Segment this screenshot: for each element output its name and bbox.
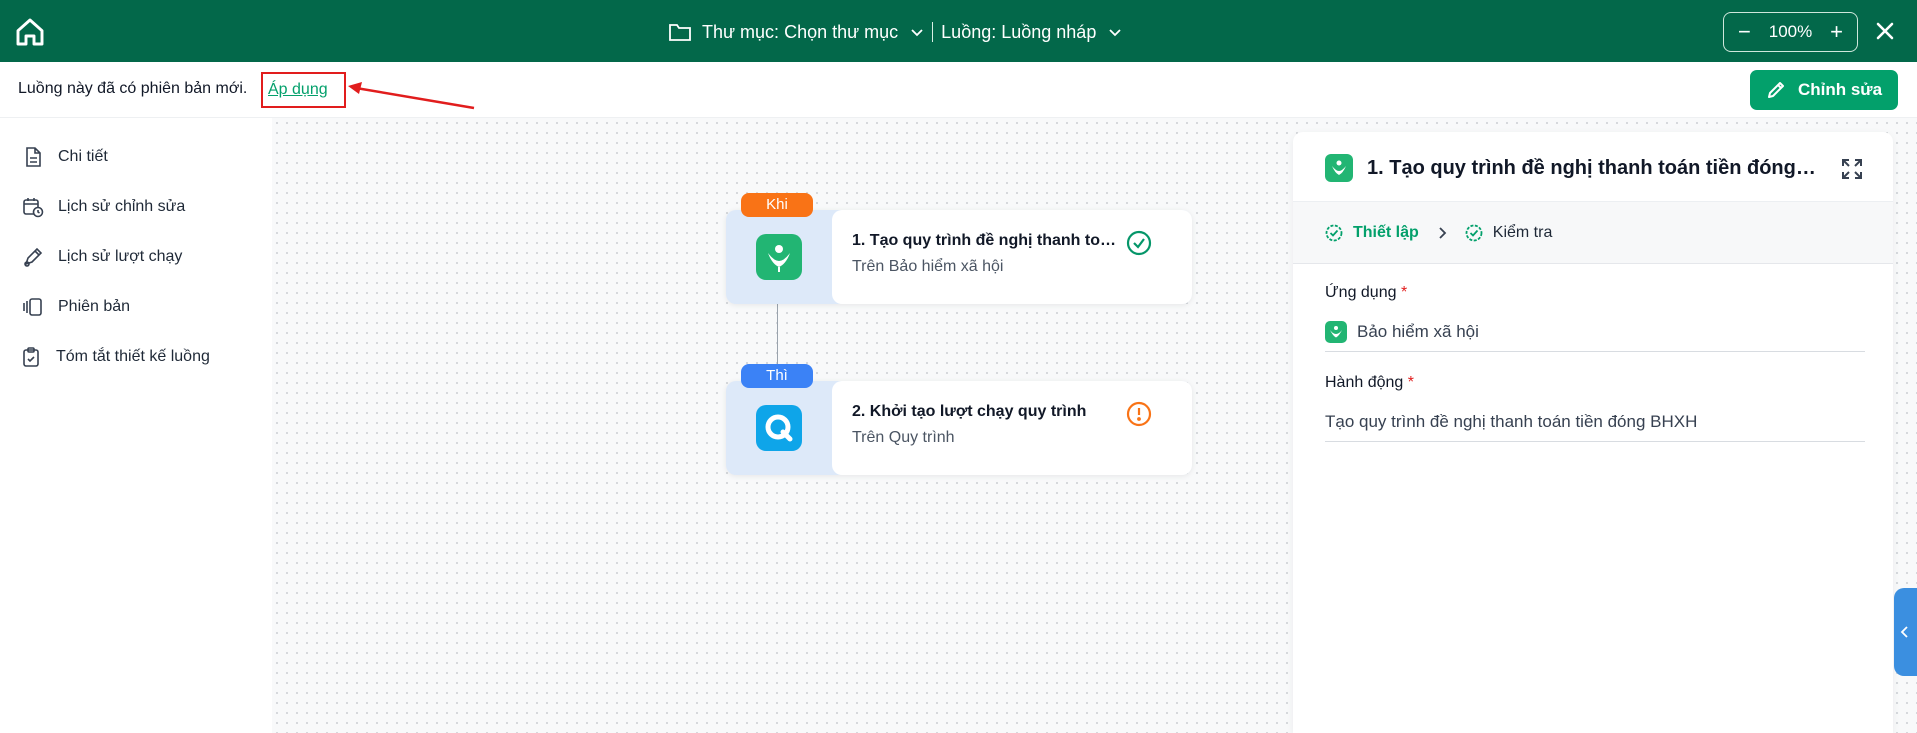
edit-button-label: Chỉnh sửa xyxy=(1797,80,1883,99)
sidebar-item-edit-history[interactable]: Lịch sử chỉnh sửa xyxy=(22,196,185,218)
calendar-history-icon xyxy=(23,198,44,218)
workflow-app-icon xyxy=(756,405,802,451)
run-history-icon xyxy=(24,247,43,267)
zoom-control: − 100% + xyxy=(1723,12,1858,52)
sidebar-item-flow-summary[interactable]: Tóm tắt thiết kế luồng xyxy=(20,346,210,368)
zoom-level: 100% xyxy=(1768,22,1813,41)
chevron-down-icon[interactable] xyxy=(910,25,924,39)
zoom-out-button[interactable]: − xyxy=(1738,21,1751,43)
panel-steps: Thiết lập Kiểm tra xyxy=(1293,202,1893,264)
flow-node-subtitle: Trên Bảo hiểm xã hội xyxy=(852,258,1004,275)
flow-node-title: 2. Khởi tạo lượt chạy quy trình xyxy=(852,403,1087,420)
collapse-panel-tab[interactable] xyxy=(1894,588,1917,676)
annotation-arrow xyxy=(348,82,475,110)
social-insurance-app-icon xyxy=(1325,320,1347,343)
required-mark: * xyxy=(1407,374,1414,391)
social-insurance-app-icon xyxy=(1325,154,1353,182)
clipboard-icon xyxy=(23,347,39,367)
version-notice-text: Luồng này đã có phiên bản mới. xyxy=(18,80,248,97)
folder-flow-selector: Thư mục: Chọn thư mục Luồng: Luồng nháp xyxy=(668,18,1122,46)
sidebar-item-versions[interactable]: Phiên bản xyxy=(22,296,130,318)
expand-icon[interactable] xyxy=(1841,158,1863,180)
versions-icon xyxy=(23,298,42,316)
top-bar: Thư mục: Chọn thư mục Luồng: Luồng nháp … xyxy=(0,0,1917,62)
sidebar-item-label: Tóm tắt thiết kế luồng xyxy=(56,348,210,365)
app-field-label: Ứng dụng * xyxy=(1325,284,1407,302)
action-field-value: Tạo quy trình đề nghị thanh toán tiền đó… xyxy=(1325,411,1698,431)
sidebar-item-details[interactable]: Chi tiết xyxy=(22,146,108,168)
step-label: Thiết lập xyxy=(1353,223,1419,241)
sidebar: Chi tiết Lịch sử chỉnh sửa Lịch sử lượt … xyxy=(0,118,272,733)
sidebar-item-label: Phiên bản xyxy=(58,298,131,315)
step-label: Kiểm tra xyxy=(1492,223,1553,241)
flow-node-trigger[interactable]: 1. Tạo quy trình đề nghị thanh toán tiền… xyxy=(726,210,1192,304)
divider xyxy=(932,22,934,42)
flow-node-subtitle: Trên Quy trình xyxy=(852,429,955,446)
flow-node-action[interactable]: 2. Khởi tạo lượt chạy quy trình Trên Quy… xyxy=(726,381,1192,475)
trigger-tag: Khi xyxy=(741,193,813,217)
edit-button[interactable]: Chỉnh sửa xyxy=(1750,70,1898,110)
panel-title: 1. Tạo quy trình đề nghị thanh toán tiền… xyxy=(1367,157,1817,179)
close-icon[interactable] xyxy=(1874,20,1896,42)
sidebar-item-label: Lịch sử lượt chạy xyxy=(58,248,183,265)
flow-selector[interactable]: Luồng: Luồng nháp xyxy=(941,22,1096,43)
required-mark: * xyxy=(1400,284,1408,301)
flow-node-title: 1. Tạo quy trình đề nghị thanh toán tiền… xyxy=(852,232,1122,249)
step-setup[interactable]: Thiết lập xyxy=(1325,224,1419,242)
document-icon xyxy=(26,147,41,167)
zoom-in-button[interactable]: + xyxy=(1830,21,1843,43)
check-circle-icon xyxy=(1126,230,1152,256)
flow-node-card[interactable]: 1. Tạo quy trình đề nghị thanh toán tiền… xyxy=(832,210,1192,304)
app-field-value: Bảo hiểm xã hội xyxy=(1357,321,1479,341)
field-label-text: Ứng dụng xyxy=(1325,284,1397,301)
apply-link[interactable]: Áp dụng xyxy=(268,81,328,99)
folder-icon xyxy=(669,24,691,41)
sidebar-item-label: Chi tiết xyxy=(58,148,108,165)
sidebar-item-label: Lịch sử chỉnh sửa xyxy=(58,198,186,215)
social-insurance-app-icon xyxy=(756,234,802,280)
action-field-label: Hành động * xyxy=(1325,374,1414,392)
pencil-icon xyxy=(1767,82,1784,98)
action-tag: Thì xyxy=(741,364,813,388)
warning-circle-icon xyxy=(1126,401,1152,427)
home-icon[interactable] xyxy=(14,16,46,48)
flow-connector xyxy=(777,303,778,365)
check-circle-icon xyxy=(1465,224,1483,241)
folder-selector[interactable]: Thư mục: Chọn thư mục xyxy=(702,22,898,43)
sidebar-item-run-history[interactable]: Lịch sử lượt chạy xyxy=(22,246,182,268)
panel-header: 1. Tạo quy trình đề nghị thanh toán tiền… xyxy=(1293,132,1893,202)
check-circle-icon xyxy=(1325,224,1343,241)
chevron-right-icon xyxy=(1439,226,1447,239)
action-field[interactable]: Tạo quy trình đề nghị thanh toán tiền đó… xyxy=(1325,402,1865,442)
chevron-left-icon xyxy=(1900,626,1908,638)
node-detail-panel: 1. Tạo quy trình đề nghị thanh toán tiền… xyxy=(1293,132,1893,733)
app-field[interactable]: Bảo hiểm xã hội xyxy=(1325,312,1865,352)
step-test[interactable]: Kiểm tra xyxy=(1465,223,1553,242)
flow-node-card[interactable]: 2. Khởi tạo lượt chạy quy trình Trên Quy… xyxy=(832,381,1192,475)
chevron-down-icon[interactable] xyxy=(1108,25,1122,39)
field-label-text: Hành động xyxy=(1325,374,1404,391)
